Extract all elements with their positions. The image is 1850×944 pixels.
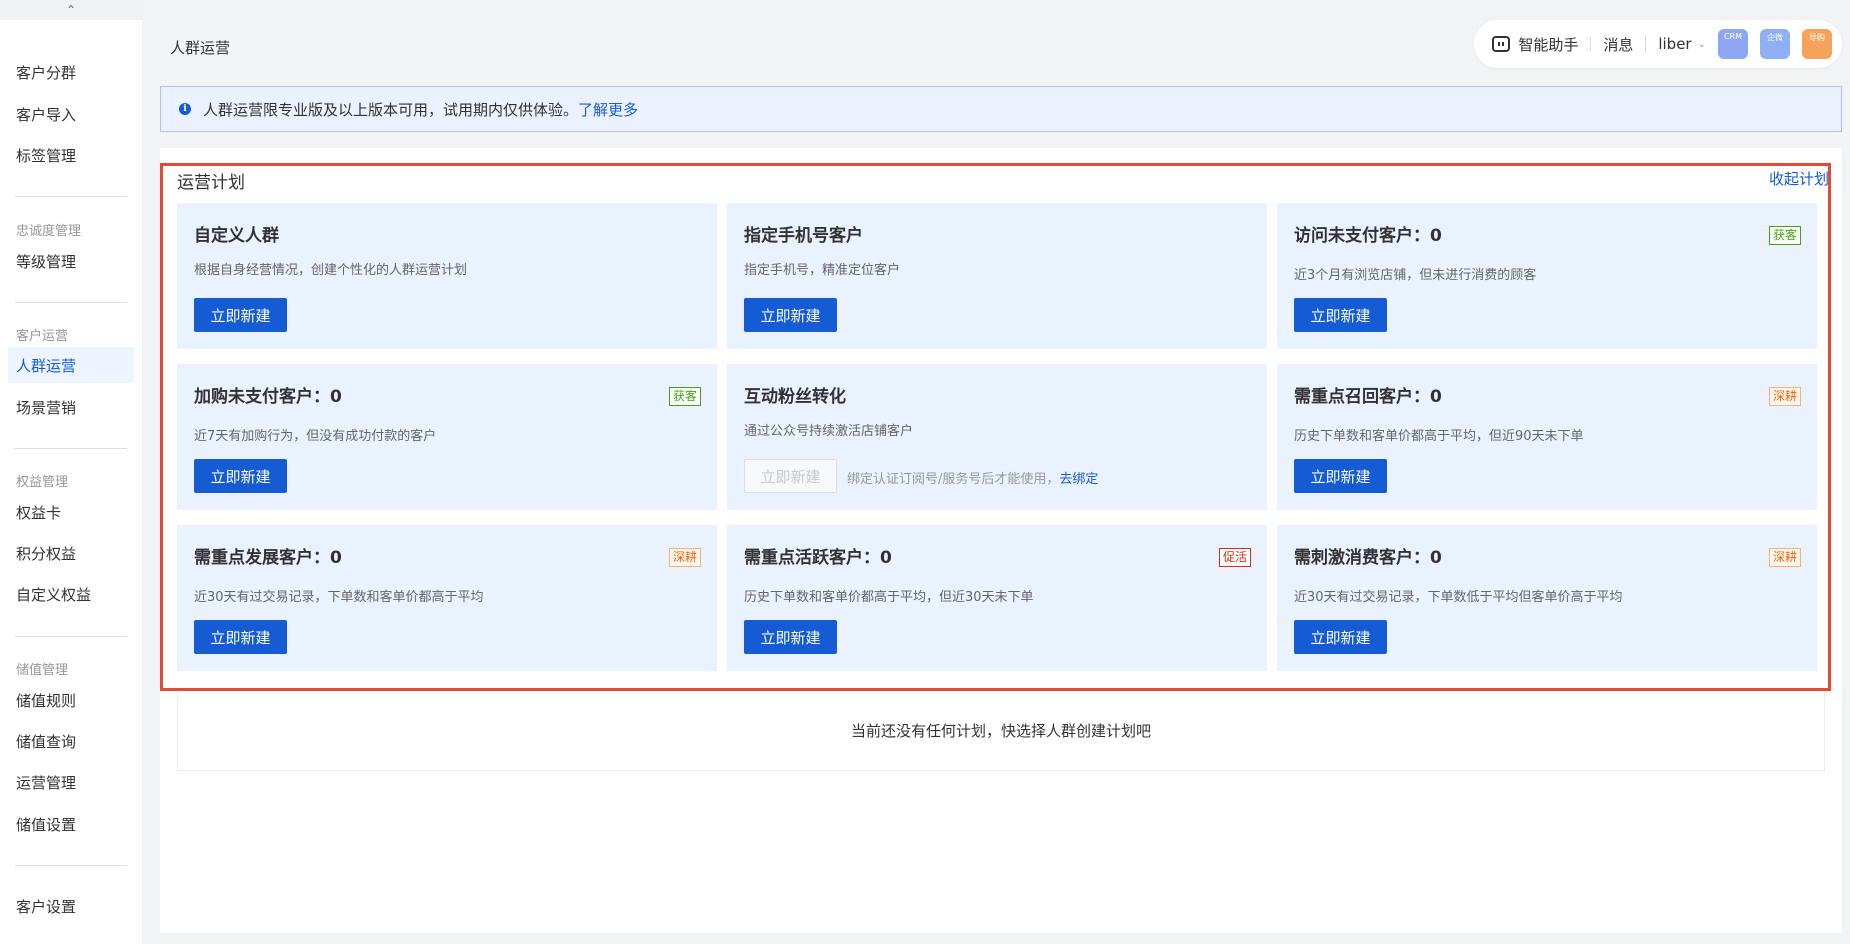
sidebar-item-stored-settings[interactable]: 储值设置 xyxy=(8,806,134,842)
crm-app-icon[interactable]: CRM xyxy=(1718,29,1748,59)
empty-state: 当前还没有任何计划，快选择人群创建计划吧 xyxy=(177,691,1825,771)
sidebar-item-operations-management[interactable]: 运营管理 xyxy=(8,764,134,800)
bind-hint-text: 绑定认证订阅号/服务号后才能使用， xyxy=(847,472,1060,487)
create-now-button[interactable]: 立即新建 xyxy=(1294,298,1387,332)
card-title: 需重点发展客户：0 xyxy=(194,548,342,568)
sidebar-group-stored-value: 储值管理 xyxy=(16,663,69,678)
card-desc: 近30天有过交易记录，下单数低于平均但客单价高于平均 xyxy=(1294,590,1623,605)
messages-link[interactable]: 消息 xyxy=(1603,34,1633,55)
card-desc: 指定手机号，精准定位客户 xyxy=(744,263,901,278)
card-desc: 近30天有过交易记录，下单数和客单价都高于平均 xyxy=(194,590,484,605)
create-now-button[interactable]: 立即新建 xyxy=(1294,620,1387,654)
plan-card-fan-conversion: 互动粉丝转化 通过公众号持续激活店铺客户 立即新建 绑定认证订阅号/服务号后才能… xyxy=(727,364,1267,510)
create-now-button[interactable]: 立即新建 xyxy=(744,620,837,654)
plan-card-recall-customers: 需重点召回客户：0 深耕 历史下单数和客单价都高于平均，但近90天未下单 立即新… xyxy=(1277,364,1817,510)
card-desc: 通过公众号持续激活店铺客户 xyxy=(744,424,914,439)
plan-card-custom-crowd: 自定义人群 根据自身经营情况，创建个性化的人群运营计划 立即新建 xyxy=(177,203,717,349)
sidebar: ⌃ 客户分群 客户导入 标签管理 忠诚度管理 等级管理 客户运营 人群运营 场景… xyxy=(0,0,143,944)
plan-card-phone-customers: 指定手机号客户 指定手机号，精准定位客户 立即新建 xyxy=(727,203,1267,349)
card-desc: 历史下单数和客单价都高于平均，但近90天未下单 xyxy=(1294,429,1584,444)
section-title: 运营计划 xyxy=(177,173,245,193)
create-now-button-disabled: 立即新建 xyxy=(744,459,837,493)
sidebar-divider xyxy=(15,302,127,303)
sidebar-item-customer-segments[interactable]: 客户分群 xyxy=(8,54,134,90)
plan-card-active-customers: 需重点活跃客户：0 促活 历史下单数和客单价都高于平均，但近30天未下单 立即新… xyxy=(727,525,1267,671)
sidebar-item-customer-settings[interactable]: 客户设置 xyxy=(8,888,134,924)
card-title: 需刺激消费客户：0 xyxy=(1294,548,1442,568)
sidebar-item-stored-query[interactable]: 储值查询 xyxy=(8,723,134,759)
sidebar-divider xyxy=(15,636,127,637)
main-content: 人群运营 智能助手 消息 liber ⌄ CRM 企微 导购 i 人群运营限专业… xyxy=(160,0,1850,944)
sidebar-item-custom-rights[interactable]: 自定义权益 xyxy=(8,576,134,612)
status-badge: 促活 xyxy=(1218,548,1251,567)
assistant-button[interactable]: 智能助手 xyxy=(1492,34,1578,55)
sidebar-group-operations: 客户运营 xyxy=(16,329,69,344)
user-menu[interactable]: liber ⌄ xyxy=(1658,35,1706,53)
empty-state-text: 当前还没有任何计划，快选择人群创建计划吧 xyxy=(850,722,1151,740)
top-toolbar: 智能助手 消息 liber ⌄ CRM 企微 导购 xyxy=(1474,20,1842,68)
card-title: 需重点召回客户：0 xyxy=(1294,387,1442,407)
sidebar-item-points-rights[interactable]: 积分权益 xyxy=(8,535,134,571)
toolbar-divider xyxy=(1590,36,1592,52)
plan-card-visit-unpaid: 访问未支付客户：0 获客 近3个月有浏览店铺，但未进行消费的顾客 立即新建 xyxy=(1277,203,1817,349)
sidebar-item-level-management[interactable]: 等级管理 xyxy=(8,243,134,279)
wecom-app-icon[interactable]: 企微 xyxy=(1760,29,1790,59)
plan-card-stimulate-customers: 需刺激消费客户：0 深耕 近30天有过交易记录，下单数低于平均但客单价高于平均 … xyxy=(1277,525,1817,671)
create-now-button[interactable]: 立即新建 xyxy=(744,298,837,332)
card-desc: 近3个月有浏览店铺，但未进行消费的顾客 xyxy=(1294,268,1537,283)
card-desc: 历史下单数和客单价都高于平均，但近30天未下单 xyxy=(744,590,1034,605)
chevron-down-icon: ⌄ xyxy=(1697,38,1706,50)
create-now-button[interactable]: 立即新建 xyxy=(194,298,287,332)
sidebar-divider xyxy=(15,196,127,197)
page-title: 人群运营 xyxy=(170,39,231,57)
status-badge: 获客 xyxy=(1768,226,1801,245)
card-title: 访问未支付客户：0 xyxy=(1294,226,1442,246)
plan-card-develop-customers: 需重点发展客户：0 深耕 近30天有过交易记录，下单数和客单价都高于平均 立即新… xyxy=(177,525,717,671)
card-title: 加购未支付客户：0 xyxy=(194,387,342,407)
bind-hint: 绑定认证订阅号/服务号后才能使用，去绑定 xyxy=(847,468,1098,487)
learn-more-link[interactable]: 了解更多 xyxy=(578,99,638,120)
sidebar-divider xyxy=(15,448,127,449)
status-badge: 深耕 xyxy=(1768,387,1801,406)
sidebar-item-stored-rules[interactable]: 储值规则 xyxy=(8,682,134,718)
card-desc: 近7天有加购行为，但没有成功付款的客户 xyxy=(194,429,437,444)
card-title: 指定手机号客户 xyxy=(744,226,863,246)
card-title: 自定义人群 xyxy=(194,226,279,246)
notice-banner: i 人群运营限专业版及以上版本可用，试用期内仅供体验。 了解更多 xyxy=(160,86,1842,132)
info-icon: i xyxy=(179,103,191,115)
card-desc: 根据自身经营情况，创建个性化的人群运营计划 xyxy=(194,263,468,278)
sidebar-group-loyalty: 忠诚度管理 xyxy=(16,224,82,239)
bind-account-link[interactable]: 去绑定 xyxy=(1059,472,1098,487)
notice-text: 人群运营限专业版及以上版本可用，试用期内仅供体验。 xyxy=(203,100,579,119)
card-title: 需重点活跃客户：0 xyxy=(744,548,892,568)
status-badge: 深耕 xyxy=(668,548,701,567)
sidebar-item-customer-import[interactable]: 客户导入 xyxy=(8,96,134,132)
sidebar-group-rights: 权益管理 xyxy=(16,475,69,490)
create-now-button[interactable]: 立即新建 xyxy=(1294,459,1387,493)
sidebar-item-tag-management[interactable]: 标签管理 xyxy=(8,137,134,173)
sidebar-item-scene-marketing[interactable]: 场景营销 xyxy=(8,389,134,425)
card-title: 互动粉丝转化 xyxy=(744,387,846,407)
sidebar-item-rights-card[interactable]: 权益卡 xyxy=(8,494,134,530)
sidebar-item-crowd-operations[interactable]: 人群运营 xyxy=(8,347,134,383)
chevron-up-icon[interactable]: ⌃ xyxy=(0,0,142,20)
status-badge: 深耕 xyxy=(1768,548,1801,567)
assistant-label: 智能助手 xyxy=(1518,35,1579,54)
guide-app-icon[interactable]: 导购 xyxy=(1802,29,1832,59)
collapse-plans-link[interactable]: 收起计划 xyxy=(1769,168,1829,189)
sidebar-divider xyxy=(15,865,127,866)
status-badge: 获客 xyxy=(668,387,701,406)
toolbar-divider xyxy=(1645,36,1647,52)
create-now-button[interactable]: 立即新建 xyxy=(194,620,287,654)
create-now-button[interactable]: 立即新建 xyxy=(194,459,287,493)
plan-card-cart-unpaid: 加购未支付客户：0 获客 近7天有加购行为，但没有成功付款的客户 立即新建 xyxy=(177,364,717,510)
robot-icon xyxy=(1492,36,1511,52)
user-name: liber xyxy=(1658,35,1692,53)
